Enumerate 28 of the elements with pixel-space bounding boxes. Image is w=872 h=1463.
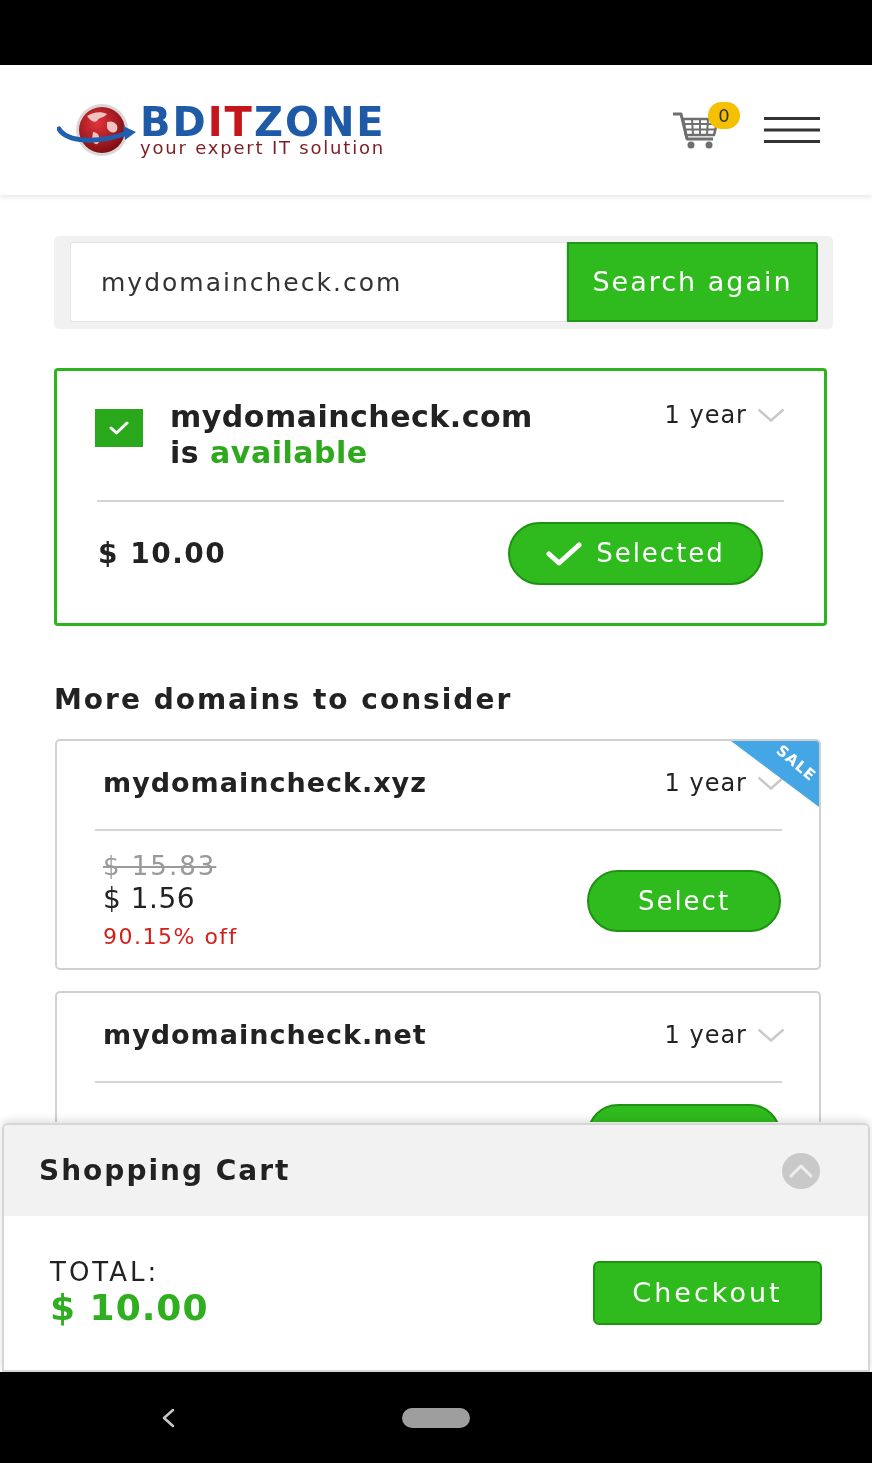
home-handle-icon[interactable] — [402, 1407, 470, 1428]
term-select[interactable]: 1 year — [664, 1019, 785, 1051]
logo-tagline: your expert IT solution — [140, 139, 386, 157]
term-select[interactable]: 1 year — [664, 399, 785, 431]
search-field[interactable]: mydomaincheck.com — [70, 242, 567, 322]
chevron-down-icon — [757, 1028, 785, 1042]
cart-title: Shopping Cart — [39, 1152, 291, 1189]
check-icon — [109, 421, 129, 435]
section-heading: More domains to consider — [54, 683, 513, 717]
domain-name: mydomaincheck.com — [170, 399, 534, 435]
cart-count-badge: 0 — [708, 102, 740, 129]
chevron-down-icon — [757, 408, 785, 422]
check-icon — [546, 541, 583, 566]
checkbox[interactable] — [95, 409, 143, 447]
total-label: TOTAL: — [50, 1257, 161, 1287]
price: $ 10.00 — [98, 535, 227, 572]
logo-wordmark: BDITZONE — [140, 105, 386, 139]
back-icon[interactable] — [160, 1407, 176, 1428]
availability-text: is available — [170, 435, 369, 471]
globe-icon — [57, 102, 137, 158]
domain-name: mydomaincheck.xyz — [103, 766, 427, 800]
old-price: $ 15.83 — [103, 850, 218, 882]
price: $ 1.56 — [103, 882, 197, 916]
menu-icon[interactable] — [764, 117, 820, 143]
discount-text: 90.15% off — [103, 923, 238, 951]
cart-icon — [672, 110, 720, 150]
domain-name: mydomaincheck.net — [103, 1018, 427, 1052]
total-amount: $ 10.00 — [50, 1287, 209, 1329]
